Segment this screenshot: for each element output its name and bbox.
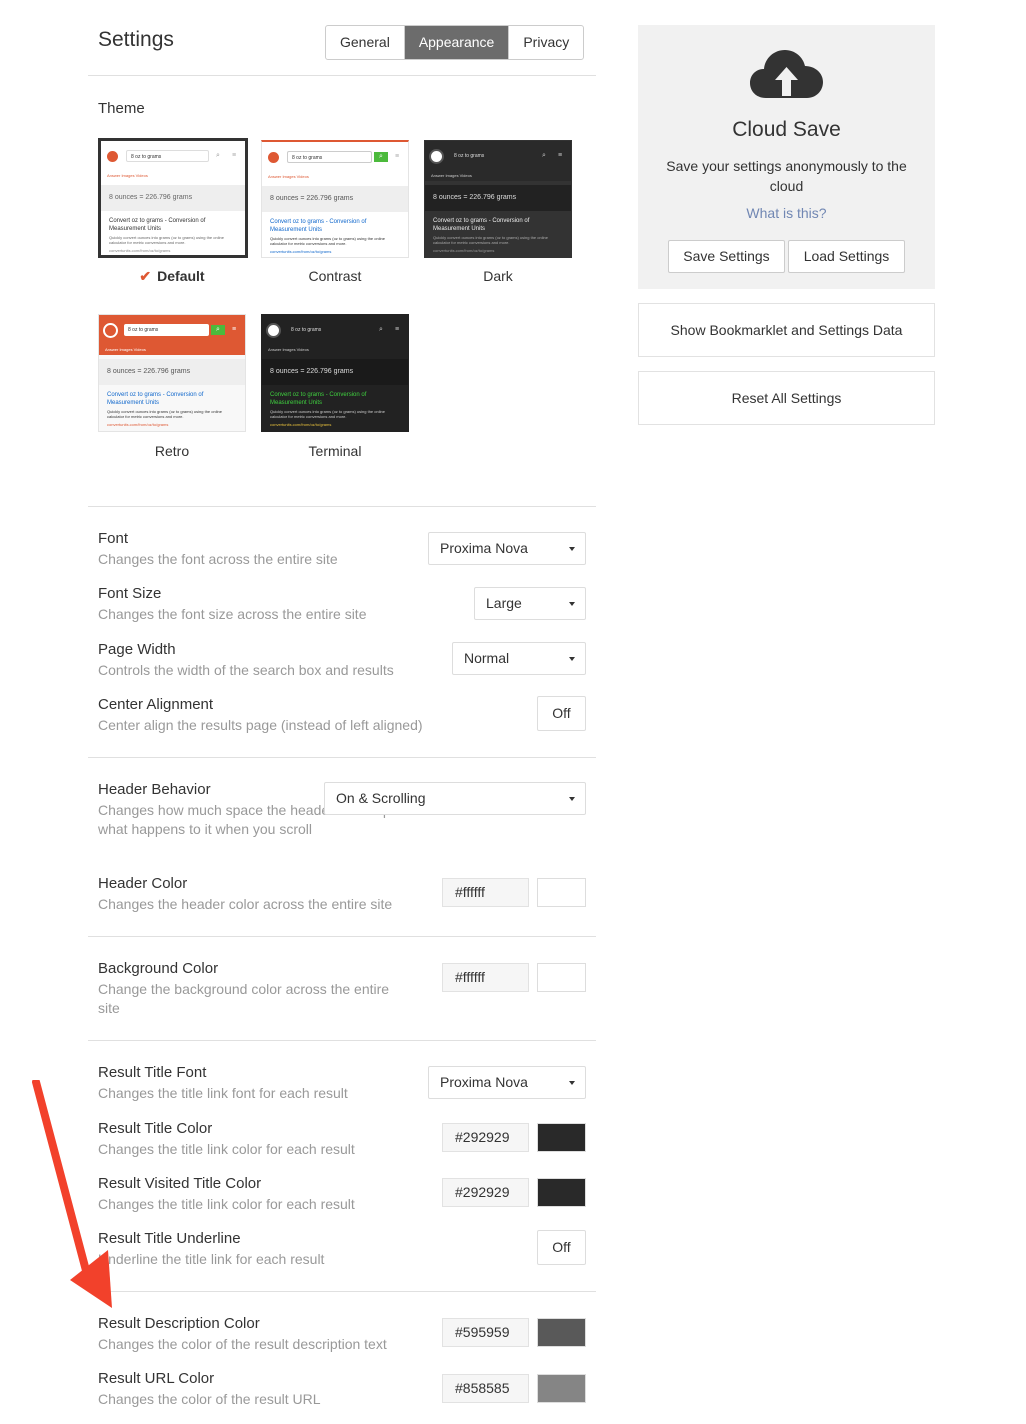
- divider: [88, 757, 596, 758]
- result-title-font-title: Result Title Font: [98, 1064, 207, 1081]
- theme-terminal-preview[interactable]: 8 oz to grams ⌕ ≡ Answer Images Videos 8…: [261, 314, 409, 432]
- search-icon: ⌕: [374, 152, 388, 162]
- divider: [88, 506, 596, 507]
- page-width-desc: Controls the width of the search box and…: [98, 662, 394, 678]
- header-color-title: Header Color: [98, 875, 188, 892]
- page-title: Settings: [98, 28, 174, 51]
- theme-dark-label[interactable]: Dark: [424, 268, 572, 284]
- result-title-underline-desc: Underline the title link for each result: [98, 1251, 325, 1267]
- result-title-font-desc: Changes the title link font for each res…: [98, 1085, 348, 1101]
- result-visited-title-color-input[interactable]: #292929: [442, 1178, 529, 1207]
- search-icon: ⌕: [379, 326, 383, 333]
- caret-down-icon: [569, 547, 575, 551]
- header-color-desc: Changes the header color across the enti…: [98, 896, 393, 912]
- theme-default-preview[interactable]: 8 oz to grams ⌕ ≡ Answer Images Videos 8…: [98, 138, 248, 258]
- font-size-desc: Changes the font size across the entire …: [98, 606, 367, 622]
- what-is-this-link[interactable]: What is this?: [638, 205, 935, 221]
- tab-general[interactable]: General: [326, 26, 405, 59]
- font-desc: Changes the font across the entire site: [98, 551, 338, 567]
- result-title-color-swatch[interactable]: [537, 1123, 586, 1152]
- cloud-upload-icon: [750, 50, 823, 98]
- background-color-title: Background Color: [98, 960, 219, 977]
- result-title-color-input[interactable]: #292929: [442, 1123, 529, 1152]
- caret-down-icon: [569, 602, 575, 606]
- tab-privacy[interactable]: Privacy: [509, 26, 583, 59]
- menu-icon: ≡: [394, 153, 400, 160]
- duck-logo-icon: [429, 148, 444, 164]
- result-description-color-input[interactable]: #595959: [442, 1318, 529, 1347]
- center-alignment-toggle[interactable]: Off: [537, 696, 586, 731]
- annotation-arrow-icon: [32, 1080, 112, 1308]
- theme-contrast-preview[interactable]: 8 oz to grams ⌕ ≡ Answer Images Videos 8…: [261, 140, 409, 258]
- result-url-color-swatch[interactable]: [537, 1374, 586, 1403]
- result-title-underline-toggle[interactable]: Off: [537, 1230, 586, 1265]
- duck-logo-icon: [103, 322, 118, 338]
- load-settings-button[interactable]: Load Settings: [788, 240, 905, 273]
- font-title: Font: [98, 530, 129, 547]
- background-color-input[interactable]: #ffffff: [442, 963, 529, 992]
- theme-retro-label[interactable]: Retro: [98, 443, 246, 459]
- result-title-font-select[interactable]: Proxima Nova: [428, 1066, 586, 1099]
- caret-down-icon: [569, 1081, 575, 1085]
- search-icon: ⌕: [216, 152, 220, 159]
- caret-down-icon: [569, 657, 575, 661]
- theme-dark-preview[interactable]: 8 oz to grams ⌕ ≡ Answer Images Videos 8…: [424, 140, 572, 258]
- font-size-select[interactable]: Large: [474, 587, 586, 620]
- menu-icon: ≡: [394, 326, 400, 333]
- tab-appearance[interactable]: Appearance: [404, 26, 510, 59]
- duck-logo-icon: [266, 322, 281, 338]
- theme-default-label[interactable]: ✔ Default: [98, 268, 246, 285]
- result-title-color-desc: Changes the title link color for each re…: [98, 1141, 355, 1157]
- cloud-save-desc: Save your settings anonymously to the cl…: [666, 158, 907, 194]
- theme-contrast-label[interactable]: Contrast: [261, 268, 409, 284]
- page-width-select[interactable]: Normal: [452, 642, 586, 675]
- header-behavior-title: Header Behavior: [98, 781, 211, 798]
- duck-logo-icon: [105, 148, 120, 164]
- result-description-color-swatch[interactable]: [537, 1318, 586, 1347]
- result-visited-title-color-swatch[interactable]: [537, 1178, 586, 1207]
- theme-heading: Theme: [98, 100, 145, 117]
- reset-settings-button[interactable]: Reset All Settings: [638, 371, 935, 425]
- caret-down-icon: [569, 797, 575, 801]
- search-icon: ⌕: [542, 152, 546, 159]
- page-width-title: Page Width: [98, 641, 176, 658]
- result-description-color-desc: Changes the color of the result descript…: [98, 1336, 387, 1352]
- font-select[interactable]: Proxima Nova: [428, 532, 586, 565]
- header-color-input[interactable]: #ffffff: [442, 878, 529, 907]
- background-color-desc: Change the background color across the e…: [98, 981, 390, 1016]
- divider: [88, 1291, 596, 1292]
- font-size-title: Font Size: [98, 585, 162, 602]
- divider: [88, 75, 596, 76]
- menu-icon: ≡: [557, 152, 563, 159]
- settings-tabs: General Appearance Privacy: [325, 25, 585, 60]
- center-alignment-title: Center Alignment: [98, 696, 214, 713]
- menu-icon: ≡: [231, 152, 237, 159]
- bookmarklet-button[interactable]: Show Bookmarklet and Settings Data: [638, 303, 935, 357]
- header-color-swatch[interactable]: [537, 878, 586, 907]
- theme-retro-preview[interactable]: 8 oz to grams ⌕ ≡ Answer Images Videos 8…: [98, 314, 246, 432]
- result-url-color-desc: Changes the color of the result URL: [98, 1391, 321, 1407]
- duck-logo-icon: [266, 149, 281, 165]
- cloud-save-title: Cloud Save: [732, 118, 841, 141]
- result-url-color-input[interactable]: #858585: [442, 1374, 529, 1403]
- center-alignment-desc: Center align the results page (instead o…: [98, 717, 423, 733]
- result-url-color-title: Result URL Color: [98, 1370, 215, 1387]
- checkmark-icon: ✔: [139, 268, 152, 284]
- background-color-swatch[interactable]: [537, 963, 586, 992]
- save-settings-button[interactable]: Save Settings: [668, 240, 785, 273]
- menu-icon: ≡: [231, 326, 237, 333]
- result-visited-title-color-desc: Changes the title link color for each re…: [98, 1196, 355, 1212]
- search-icon: ⌕: [211, 325, 225, 335]
- theme-terminal-label[interactable]: Terminal: [261, 443, 409, 459]
- header-behavior-select[interactable]: On & Scrolling: [324, 782, 586, 815]
- divider: [88, 1040, 596, 1041]
- divider: [88, 936, 596, 937]
